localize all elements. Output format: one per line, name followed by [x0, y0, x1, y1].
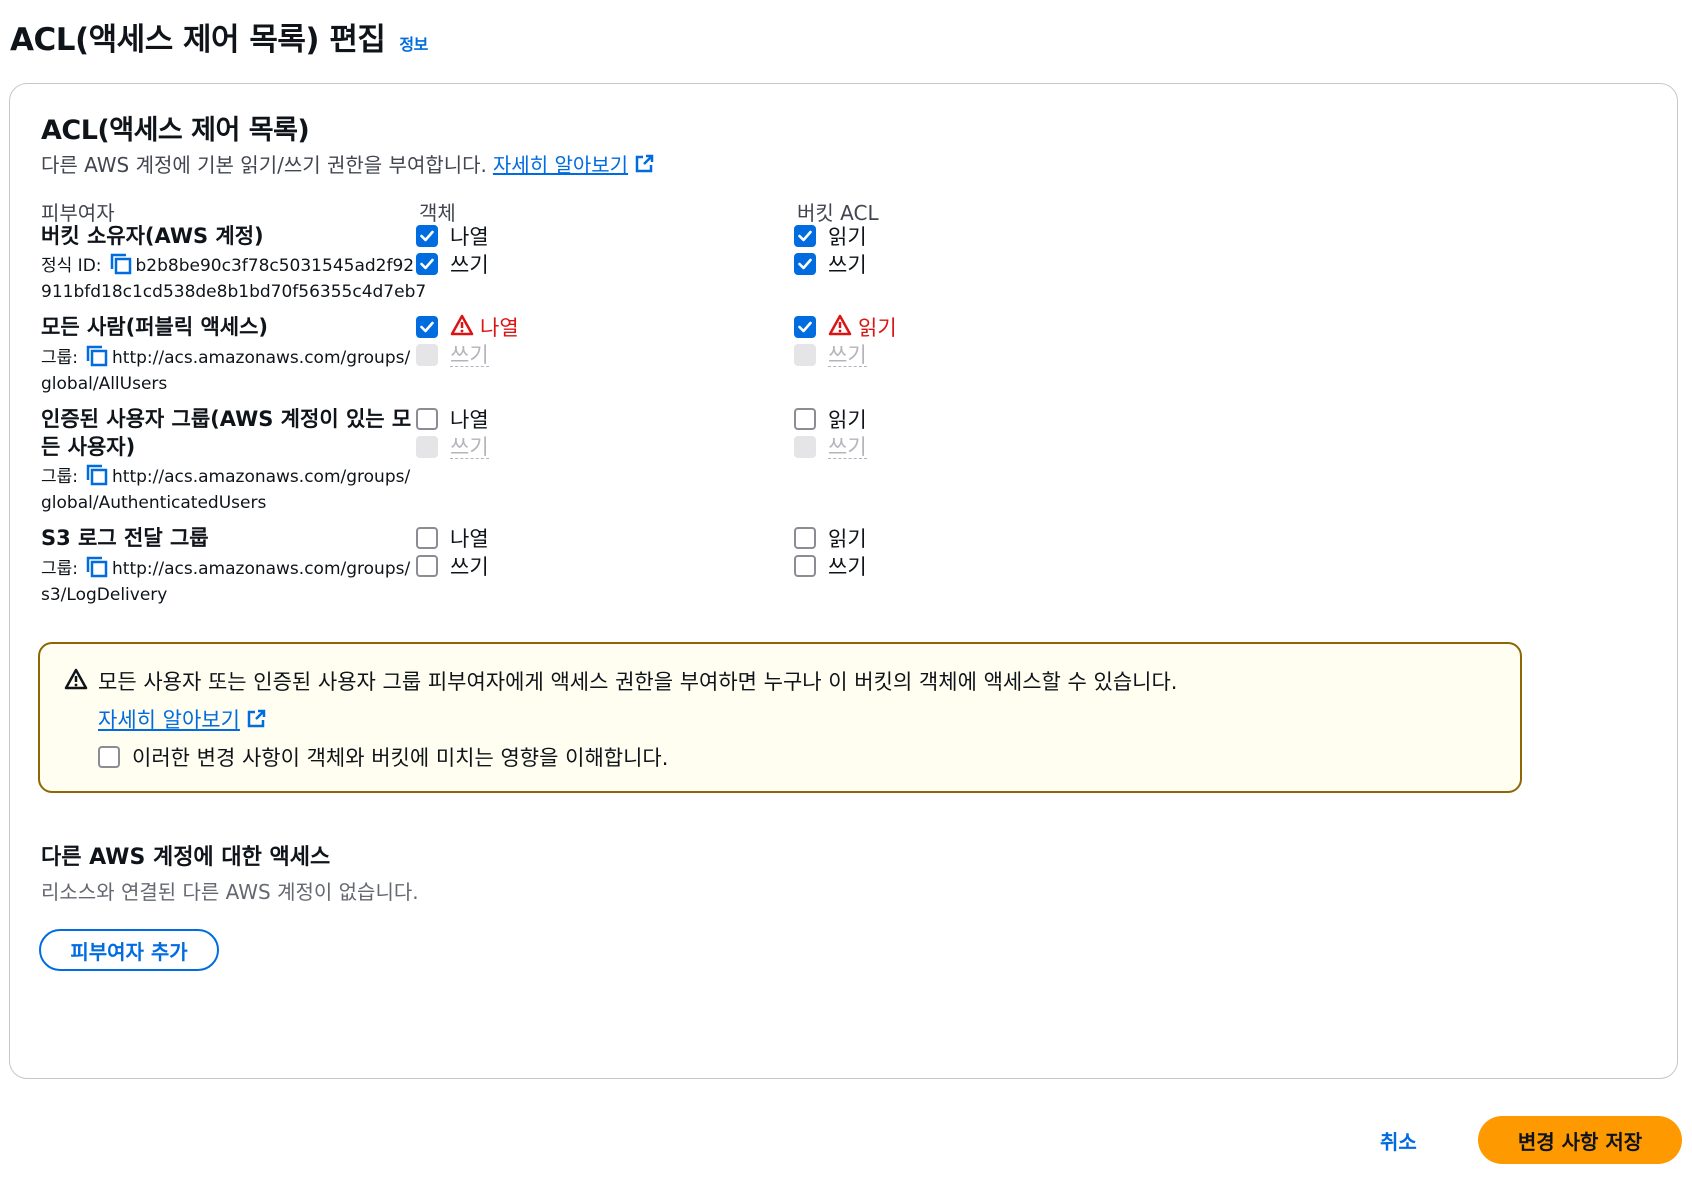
acl-description-text: 다른 AWS 계정에 기본 읽기/쓰기 권한을 부여합니다. — [41, 153, 487, 177]
external-link-icon — [635, 154, 654, 172]
grantee-group-public: 그룹: http://acs.amazonaws.com/groups/ — [41, 345, 410, 371]
grantee-id-value: http://acs.amazonaws.com/groups/ — [112, 559, 411, 579]
warning-icon — [64, 668, 88, 690]
other-accounts-title: 다른 AWS 계정에 대한 액세스 — [41, 845, 331, 870]
learn-more-link[interactable]: 자세히 알아보기 — [493, 149, 654, 178]
grantee-group-log-delivery: 그룹: http://acs.amazonaws.com/groups/ — [41, 556, 410, 582]
permission-object-row[interactable]: 쓰기 — [416, 551, 489, 581]
permission-object-row[interactable]: 쓰기 — [416, 249, 489, 279]
grantee-id-label: 그룹: — [41, 348, 79, 368]
acl-container: ACL(액세스 제어 목록) 다른 AWS 계정에 기본 읽기/쓰기 권한을 부… — [9, 83, 1678, 1079]
permission-label: 읽기 — [828, 408, 867, 432]
acknowledge-row[interactable]: 이러한 변경 사항이 객체와 버킷에 미치는 영향을 이해합니다. — [98, 742, 668, 772]
page-title-text: ACL(액세스 제어 목록) 편집 — [10, 22, 386, 58]
grantee-name-log-delivery: S3 로그 전달 그룹 — [41, 526, 209, 550]
permission-checkbox[interactable] — [794, 316, 816, 338]
other-accounts-description: 리소스와 연결된 다른 AWS 계정이 없습니다. — [41, 880, 419, 904]
alert-learn-more-label: 자세히 알아보기 — [98, 708, 240, 732]
permission-checkbox[interactable] — [416, 408, 438, 430]
copy-icon[interactable] — [86, 464, 108, 486]
permission-checkbox[interactable] — [416, 253, 438, 275]
permission-label: 쓰기 — [450, 555, 489, 579]
permission-bucket-row[interactable]: 쓰기 — [794, 551, 867, 581]
permission-bucket-row: 쓰기 — [794, 432, 867, 462]
permission-checkbox — [416, 436, 438, 458]
permission-label: 쓰기 — [828, 555, 867, 579]
grantee-id-value: http://acs.amazonaws.com/groups/ — [112, 467, 411, 487]
grantee-id-value-cont: global/AuthenticatedUsers — [41, 493, 267, 513]
permission-object-row[interactable]: 나열 — [416, 221, 489, 251]
permission-label: 쓰기 — [450, 253, 489, 277]
page-title: ACL(액세스 제어 목록) 편집 정보 — [10, 14, 428, 59]
copy-icon[interactable] — [86, 556, 108, 578]
alert-learn-more-link[interactable]: 자세히 알아보기 — [98, 704, 266, 734]
permission-object-row[interactable]: 나열 — [416, 523, 489, 553]
permission-checkbox[interactable] — [416, 527, 438, 549]
learn-more-label: 자세히 알아보기 — [492, 153, 629, 177]
permission-checkbox[interactable] — [794, 225, 816, 247]
permission-checkbox[interactable] — [794, 253, 816, 275]
warning-icon — [828, 314, 852, 341]
permission-checkbox[interactable] — [416, 225, 438, 247]
grantee-group-authenticated: 그룹: http://acs.amazonaws.com/groups/ — [41, 464, 410, 490]
grantee-id-label: 그룹: — [41, 467, 79, 487]
permission-label: 나열 — [450, 527, 489, 551]
grantee-id-label: 정식 ID: — [41, 256, 102, 276]
permission-checkbox[interactable] — [794, 527, 816, 549]
acknowledge-label: 이러한 변경 사항이 객체와 버킷에 미치는 영향을 이해합니다. — [132, 746, 669, 770]
alert-message: 모든 사용자 또는 인증된 사용자 그룹 피부여자에게 액세스 권한을 부여하면… — [98, 670, 1178, 694]
grantee-name-authenticated-line2: 든 사용자) — [41, 435, 136, 459]
acknowledge-checkbox[interactable] — [98, 746, 120, 768]
permission-object-row[interactable]: 나열 — [416, 404, 489, 434]
permission-label: 쓰기 — [828, 253, 867, 277]
permission-bucket-row[interactable]: 읽기 — [794, 221, 867, 251]
grantee-name-public: 모든 사람(퍼블릭 액세스) — [41, 315, 269, 339]
acl-section-title: ACL(액세스 제어 목록) — [41, 115, 310, 146]
permission-label: 읽기 — [858, 316, 897, 340]
permission-bucket-row: 쓰기 — [794, 340, 867, 370]
copy-icon[interactable] — [86, 345, 108, 367]
grantee-id-value: http://acs.amazonaws.com/groups/ — [112, 348, 411, 368]
grantee-id-value-cont: 911bfd18c1cd538de8b1bd70f56355c4d7eb7 — [41, 282, 427, 302]
cancel-button[interactable]: 취소 — [1380, 1126, 1417, 1155]
permission-checkbox — [794, 436, 816, 458]
permission-label: 쓰기 — [450, 434, 489, 459]
permission-object-row[interactable]: 나열 — [416, 312, 519, 342]
grantee-id-value-cont: s3/LogDelivery — [41, 585, 168, 605]
permission-bucket-row[interactable]: 읽기 — [794, 312, 897, 342]
grantee-name-authenticated-line1: 인증된 사용자 그룹(AWS 계정이 있는 모 — [41, 407, 412, 431]
permission-bucket-row[interactable]: 읽기 — [794, 404, 867, 434]
permission-label: 쓰기 — [828, 342, 867, 367]
public-access-warning-alert: 모든 사용자 또는 인증된 사용자 그룹 피부여자에게 액세스 권한을 부여하면… — [38, 642, 1522, 793]
permission-checkbox[interactable] — [794, 408, 816, 430]
permission-object-row: 쓰기 — [416, 340, 489, 370]
permission-object-row: 쓰기 — [416, 432, 489, 462]
permission-label: 나열 — [450, 408, 489, 432]
permission-bucket-row[interactable]: 쓰기 — [794, 249, 867, 279]
permission-label: 읽기 — [828, 225, 867, 249]
external-link-icon — [247, 709, 266, 728]
permission-label: 나열 — [480, 316, 519, 340]
permission-label: 읽기 — [828, 527, 867, 551]
info-link[interactable]: 정보 — [399, 31, 428, 55]
permission-checkbox — [416, 344, 438, 366]
grantee-id-value: b2b8be90c3f78c5031545ad2f92 — [135, 256, 415, 276]
permission-label: 쓰기 — [828, 434, 867, 459]
permission-bucket-row[interactable]: 읽기 — [794, 523, 867, 553]
save-changes-button[interactable]: 변경 사항 저장 — [1478, 1116, 1682, 1164]
grantee-id-label: 그룹: — [41, 559, 79, 579]
acl-section-description: 다른 AWS 계정에 기본 읽기/쓰기 권한을 부여합니다. 자세히 알아보기 — [41, 149, 654, 178]
permission-checkbox — [794, 344, 816, 366]
copy-icon[interactable] — [110, 253, 132, 275]
permission-checkbox[interactable] — [794, 555, 816, 577]
permission-label: 나열 — [450, 225, 489, 249]
permission-label: 쓰기 — [450, 342, 489, 367]
permission-checkbox[interactable] — [416, 316, 438, 338]
grantee-id-value-cont: global/AllUsers — [41, 374, 168, 394]
grantee-id-bucket-owner: 정식 ID: b2b8be90c3f78c5031545ad2f92 — [41, 253, 414, 279]
warning-icon — [450, 314, 474, 341]
grantee-name-bucket-owner: 버킷 소유자(AWS 계정) — [41, 224, 264, 248]
add-grantee-button[interactable]: 피부여자 추가 — [39, 929, 219, 971]
permission-checkbox[interactable] — [416, 555, 438, 577]
